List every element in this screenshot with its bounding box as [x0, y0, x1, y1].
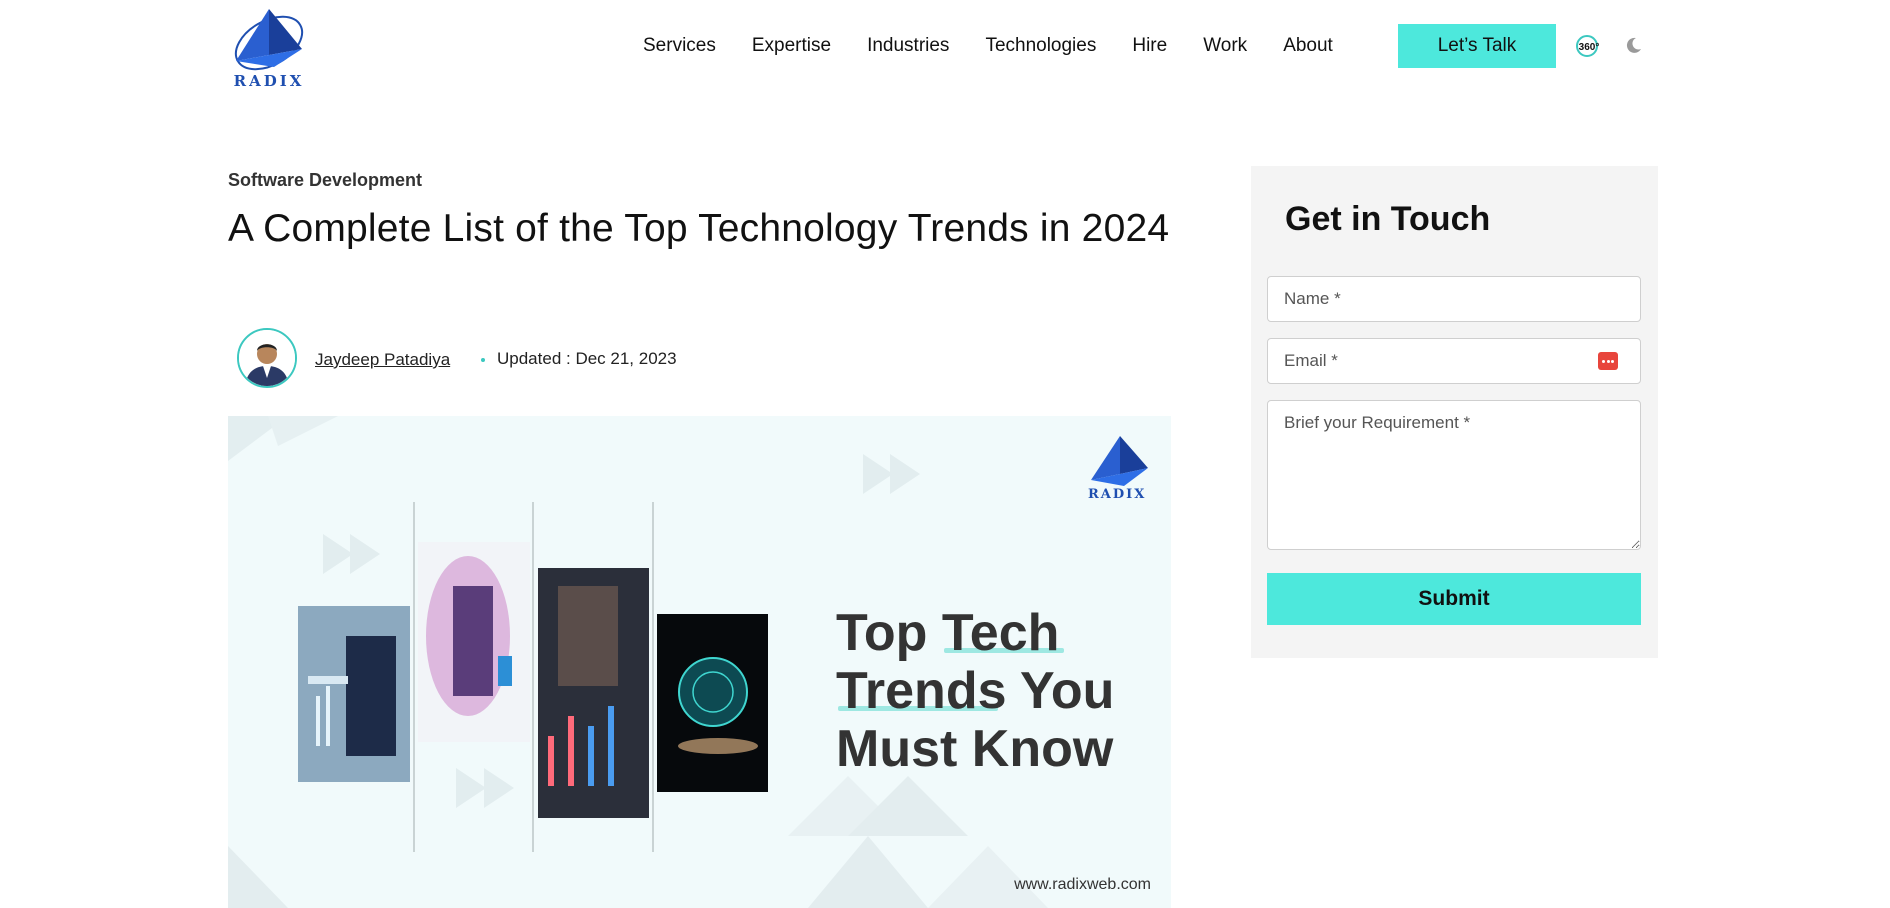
nav-expertise[interactable]: Expertise: [752, 35, 831, 57]
get-in-touch-form: Get in Touch Submit: [1251, 166, 1658, 658]
hero-headline: Top Tech Trends You Must Know: [836, 604, 1114, 778]
hero-headline-line-3: Must Know: [836, 720, 1114, 778]
nav-industries[interactable]: Industries: [867, 35, 949, 57]
nav-about[interactable]: About: [1283, 35, 1333, 57]
pyramid-logo-icon: [234, 9, 304, 71]
submit-button[interactable]: Submit: [1267, 573, 1641, 625]
article-category[interactable]: Software Development: [228, 170, 422, 191]
password-manager-icon[interactable]: [1598, 352, 1618, 370]
hero-headline-line-1: Top Tech: [836, 604, 1060, 662]
hero-headline-line-2: Trends You: [836, 662, 1115, 720]
requirement-field[interactable]: [1267, 400, 1641, 550]
email-field[interactable]: [1267, 338, 1641, 384]
radix-logo[interactable]: RADIX: [228, 5, 310, 90]
nav-hire[interactable]: Hire: [1132, 35, 1167, 57]
360-label: 360°: [1579, 42, 1600, 53]
nav-services[interactable]: Services: [643, 35, 716, 57]
article-title: A Complete List of the Top Technology Tr…: [228, 207, 1170, 250]
separator-dot: [481, 358, 485, 362]
nav-technologies[interactable]: Technologies: [985, 35, 1096, 57]
hero-url: www.radixweb.com: [1014, 876, 1151, 893]
moon-icon[interactable]: [1625, 36, 1643, 54]
hero-logo-text: RADIX: [1088, 487, 1147, 502]
author-avatar: [237, 328, 297, 388]
hero-image: Top Tech Trends You Must Know RADIX www.…: [228, 416, 1171, 908]
nav-work[interactable]: Work: [1203, 35, 1247, 57]
360-view-icon[interactable]: 360°: [1576, 34, 1602, 58]
main-nav: Services Expertise Industries Technologi…: [643, 24, 1369, 68]
lets-talk-button[interactable]: Let’s Talk: [1398, 24, 1556, 68]
name-field[interactable]: [1267, 276, 1641, 322]
updated-date: Updated : Dec 21, 2023: [497, 349, 677, 368]
logo-text: RADIX: [233, 72, 305, 90]
author-link[interactable]: Jaydeep Patadiya: [315, 350, 450, 370]
form-heading: Get in Touch: [1285, 200, 1491, 238]
